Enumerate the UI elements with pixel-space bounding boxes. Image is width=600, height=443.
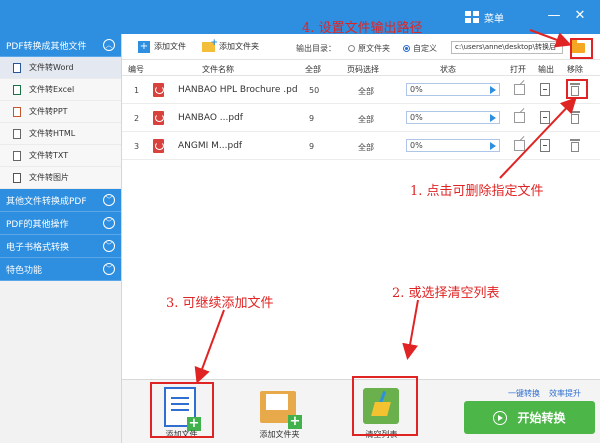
arrow-to-add-file <box>194 309 225 384</box>
arrow-to-delete <box>499 97 577 179</box>
annotation-text-2: 2. 或选择清空列表 <box>392 286 500 301</box>
arrow-to-folder <box>529 29 572 48</box>
annotation-text-3: 3. 可继续添加文件 <box>166 296 274 311</box>
arrow-to-clear-list <box>402 299 419 360</box>
annotation-arrows <box>194 29 577 384</box>
annotation-text-1: 1. 点击可删除指定文件 <box>410 184 544 199</box>
annotation-text-4: 4. 设置文件输出路径 <box>302 21 423 36</box>
